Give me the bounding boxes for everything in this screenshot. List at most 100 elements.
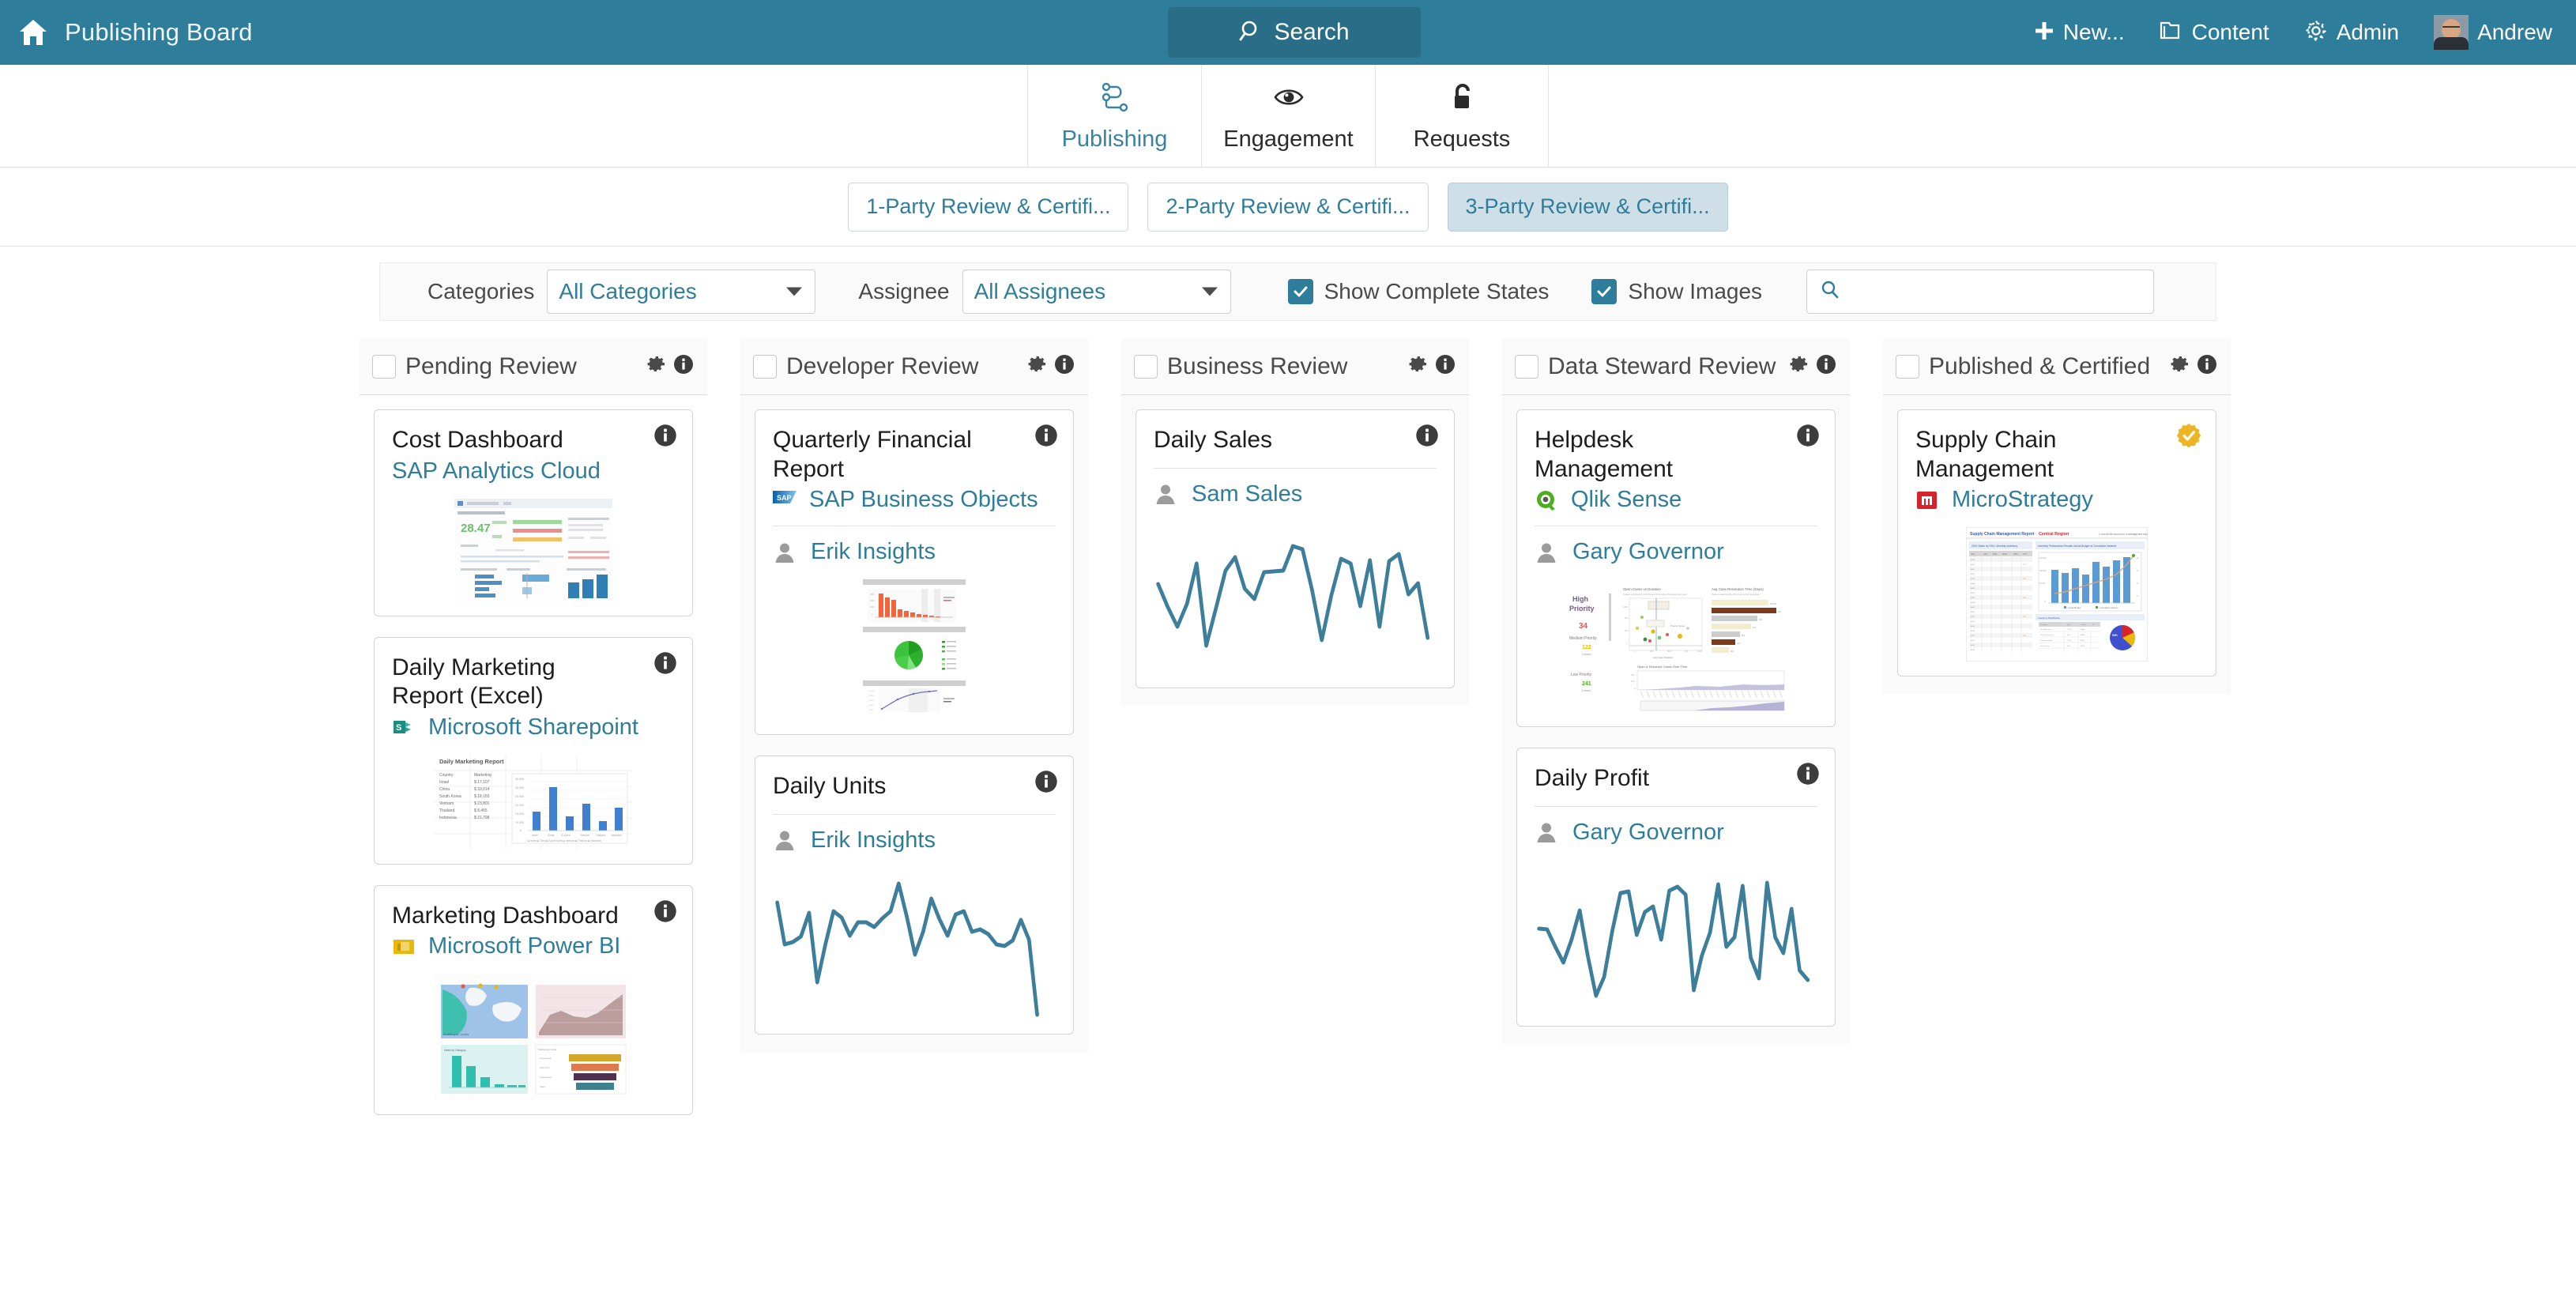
show-images-checkbox[interactable]: Show Images <box>1591 279 1762 304</box>
user-menu[interactable]: Andrew <box>2434 15 2552 50</box>
info-icon[interactable] <box>653 899 678 928</box>
info-icon[interactable] <box>672 353 695 379</box>
review-type-tabs: 1-Party Review & Certifi... 2-Party Revi… <box>0 168 2576 247</box>
svg-text:Sales by Category: Sales by Category <box>444 1049 466 1052</box>
card-assignee[interactable]: Gary Governor <box>1535 820 1817 846</box>
new-button-label: New... <box>2062 20 2125 44</box>
column-actions <box>2168 353 2218 379</box>
brand[interactable]: Publishing Board <box>0 17 253 48</box>
search-icon <box>1239 19 1263 47</box>
svg-text:A109: A109 <box>1971 601 1975 604</box>
card-source[interactable]: MicroStrategy <box>1915 487 2198 513</box>
app-title: Publishing Board <box>65 18 253 46</box>
tab-publishing[interactable]: Publishing <box>1027 65 1201 167</box>
card-quarterly-financial-report[interactable]: Quarterly Financial Report SAP SAP Busin… <box>755 409 1074 736</box>
card-source-label: Qlik Sense <box>1571 487 1682 513</box>
svg-text:50,000: 50,000 <box>2039 582 2046 585</box>
card-assignee[interactable]: Erik Insights <box>773 539 1056 565</box>
svg-text:2019 Sales by SKU, Monthly Inv: 2019 Sales by SKU, Monthly Inventory <box>1972 545 2017 548</box>
svg-text:JAN: JAN <box>1983 552 1987 556</box>
tab-3-party-review[interactable]: 3-Party Review & Certifi... <box>1447 182 1728 232</box>
card-daily-units[interactable]: Daily Units Erik Insights <box>755 756 1074 1035</box>
qlik-icon <box>1535 488 1558 512</box>
svg-text:$91K: $91K <box>2081 640 2085 642</box>
tab-requests[interactable]: Requests <box>1375 65 1549 167</box>
info-icon[interactable] <box>653 650 678 680</box>
info-icon[interactable] <box>1434 353 1456 379</box>
column-select-checkbox[interactable] <box>1515 354 1538 379</box>
new-button[interactable]: New... <box>2034 20 2125 45</box>
info-icon[interactable] <box>1034 769 1059 798</box>
gear-icon[interactable] <box>1026 353 1048 379</box>
person-icon <box>773 828 797 852</box>
card-source[interactable]: S Microsoft Sharepoint <box>392 714 675 741</box>
card-daily-profit[interactable]: Daily Profit Gary Governor <box>1516 748 1836 1027</box>
card-source[interactable]: Qlik Sense <box>1535 487 1817 513</box>
gear-icon[interactable] <box>1407 353 1429 379</box>
card-supply-chain-management[interactable]: Supply Chain Management MicroStrategy Su… <box>1897 409 2216 677</box>
sparkline-path <box>775 881 1039 1017</box>
column-select-checkbox[interactable] <box>1896 354 1919 379</box>
svg-text:A112: A112 <box>1971 616 1975 618</box>
card-daily-marketing-report[interactable]: Daily Marketing Report (Excel) S Microso… <box>374 636 693 865</box>
person-icon <box>1535 541 1558 564</box>
info-icon[interactable] <box>1795 761 1821 790</box>
svg-text:500: 500 <box>1667 650 1671 653</box>
svg-text:A110: A110 <box>1971 606 1975 609</box>
card-assignee[interactable]: Gary Governor <box>1535 539 1817 565</box>
info-icon[interactable] <box>1815 353 1837 379</box>
svg-text:Marketing by Country: Marketing by Country <box>443 1033 469 1036</box>
show-complete-states-checkbox[interactable]: Show Complete States <box>1287 279 1549 304</box>
card-source[interactable]: SAP SAP Business Objects <box>773 487 1056 513</box>
info-icon[interactable] <box>1795 423 1821 452</box>
card-daily-sales[interactable]: Daily Sales Sam Sales <box>1135 409 1455 688</box>
svg-text:Sales: Sales <box>540 1085 546 1088</box>
info-icon[interactable] <box>1034 423 1059 452</box>
card-source[interactable]: Microsoft Power BI <box>392 933 675 959</box>
user-name-label: Andrew <box>2477 20 2552 44</box>
content-button[interactable]: Content <box>2160 20 2269 45</box>
gear-icon[interactable] <box>645 353 667 379</box>
info-icon[interactable] <box>1414 423 1440 452</box>
svg-text:$ 18,155: $ 18,155 <box>474 794 490 799</box>
tab-2-party-review[interactable]: 2-Party Review & Certifi... <box>1147 182 1429 232</box>
home-icon[interactable] <box>17 17 49 48</box>
svg-text:■ Israel ■ China ■ South Kor: ■ Israel ■ China ■ South Korea ■ Vietnam… <box>528 839 601 842</box>
search-button[interactable]: Search <box>1168 7 1421 58</box>
column-select-checkbox[interactable] <box>1134 354 1158 379</box>
certified-icon[interactable] <box>2176 423 2201 452</box>
categories-select[interactable]: All Categories <box>547 269 816 314</box>
svg-text:Daily Marketing Report: Daily Marketing Report <box>439 758 504 765</box>
tab-1-party-review[interactable]: 1-Party Review & Certifi... <box>848 182 1129 232</box>
info-icon[interactable] <box>2196 353 2218 379</box>
card-assignee[interactable]: Erik Insights <box>773 827 1056 854</box>
card-assignee[interactable]: Sam Sales <box>1154 481 1437 507</box>
card-source[interactable]: SAP Analytics Cloud <box>392 458 675 484</box>
card-marketing-dashboard[interactable]: Marketing Dashboard Microsoft Power BI M… <box>374 884 693 1116</box>
svg-text:Cases: Cases <box>1582 688 1591 692</box>
svg-text:A119: A119 <box>1971 649 1975 651</box>
admin-button[interactable]: Admin <box>2304 19 2399 47</box>
svg-text:Finished Goods: Finished Goods <box>2040 640 2053 642</box>
svg-text:S.Korea: S.Korea <box>561 834 571 837</box>
divider <box>1154 467 1437 469</box>
svg-text:A105: A105 <box>1971 582 1975 585</box>
info-icon[interactable] <box>1053 353 1075 379</box>
card-assignee-label: Erik Insights <box>811 827 936 853</box>
column-select-checkbox[interactable] <box>372 354 396 379</box>
gear-icon[interactable] <box>1787 353 1810 379</box>
column-select-checkbox[interactable] <box>753 354 777 379</box>
svg-text:Raw Materials: Raw Materials <box>2040 628 2052 631</box>
assignee-select-value: All Assignees <box>974 279 1106 303</box>
gear-icon[interactable] <box>2168 353 2190 379</box>
column-title: Data Steward Review <box>1548 352 1776 379</box>
board-search-input[interactable] <box>1806 269 2155 314</box>
card-cost-dashboard[interactable]: Cost Dashboard SAP Analytics Cloud 28.47 <box>374 409 693 616</box>
card-helpdesk-management[interactable]: Helpdesk Management Qlik Sense Gary Gove… <box>1516 409 1836 728</box>
tab-engagement[interactable]: Engagement <box>1201 65 1375 167</box>
svg-text:A108: A108 <box>1971 597 1975 599</box>
column-header: Business Review <box>1121 338 1469 395</box>
eye-icon <box>1271 80 1306 119</box>
assignee-select[interactable]: All Assignees <box>962 269 1231 314</box>
info-icon[interactable] <box>653 423 678 452</box>
